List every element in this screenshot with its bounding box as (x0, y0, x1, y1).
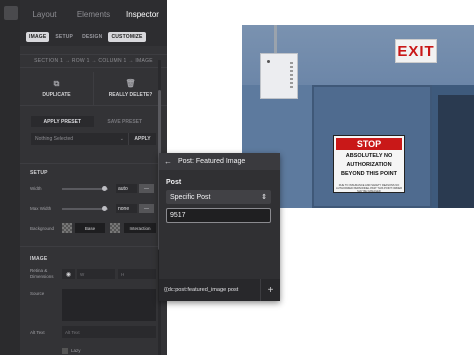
tab-inspector[interactable]: Inspector (118, 0, 167, 28)
image-width-input[interactable]: W (77, 269, 115, 279)
delete-button[interactable]: 🗑 REALLY DELETE? (93, 72, 167, 105)
tab-elements[interactable]: Elements (69, 0, 118, 28)
dynamic-tag-text[interactable]: {{dc:post:featured_image post (159, 287, 260, 293)
max-width-input[interactable]: none (116, 204, 137, 213)
width-input[interactable]: auto (116, 184, 137, 193)
doorway-opening (438, 95, 474, 208)
base-color-swatch[interactable] (62, 223, 72, 233)
image-height-input[interactable]: H (118, 269, 156, 279)
post-select-value: Specific Post (170, 193, 211, 201)
subtab-setup[interactable]: SETUP (52, 32, 76, 42)
lazy-checkbox[interactable] (62, 348, 68, 354)
popover-title: Post: Featured Image (178, 158, 246, 165)
stop-sign-fine-print: DUE TO INSURANCE AND SAFETY REASONS NO A… (335, 184, 402, 194)
width-unit-button[interactable]: — (139, 184, 154, 193)
background-label: Background (30, 226, 55, 231)
divider (20, 163, 167, 164)
subtab-design[interactable]: DESIGN (79, 32, 105, 42)
image-section-title: IMAGE (30, 256, 48, 262)
subtab-customize[interactable]: CUSTOMIZE (108, 32, 146, 42)
page: Layout Elements Inspector IMAGE SETUP DE… (0, 0, 474, 355)
back-arrow-icon[interactable]: ← (164, 157, 172, 166)
save-preset-tab[interactable]: SAVE PRESET (94, 116, 157, 127)
divider (20, 246, 167, 247)
preset-select[interactable]: Nothing Selected ⌄ (31, 133, 128, 145)
stop-sign-line: BEYOND THIS POINT (341, 171, 397, 177)
preset-selector: Nothing Selected ⌄ APPLY (31, 133, 156, 145)
stop-sign: STOP ABSOLUTELY NO AUTHORIZATION BEYOND … (333, 135, 405, 193)
eye-icon: ◉ (65, 271, 72, 278)
left-toolbar (0, 0, 20, 355)
alt-text-input[interactable]: Alt Text (62, 326, 156, 338)
plus-icon[interactable]: + (260, 279, 280, 301)
tab-layout[interactable]: Layout (20, 0, 69, 28)
dynamic-content-popover: ← Post: Featured Image Post Specific Pos… (159, 153, 280, 301)
exit-sign: EXIT (395, 39, 437, 63)
post-id-input[interactable]: 9517 (166, 208, 271, 223)
stop-sign-line: AUTHORIZATION (346, 162, 392, 168)
max-width-slider-handle[interactable] (102, 206, 107, 211)
preset-select-value: Nothing Selected (35, 136, 74, 142)
duplicate-button[interactable]: ⧉ DUPLICATE (20, 72, 93, 105)
retina-toggle[interactable]: ◉ (62, 269, 75, 279)
interaction-color-swatch[interactable] (110, 223, 120, 233)
chevron-down-icon: ⌄ (119, 136, 124, 142)
image-source-field[interactable] (62, 289, 156, 321)
inspector-subtabs: IMAGE SETUP DESIGN CUSTOMIZE (20, 28, 167, 46)
subtab-image[interactable]: IMAGE (26, 32, 50, 42)
device-vent (290, 62, 293, 88)
base-color-button[interactable]: Base (75, 223, 105, 233)
wall-device (260, 53, 298, 99)
apply-button[interactable]: APPLY (128, 133, 156, 145)
preset-tabs: APPLY PRESET SAVE PRESET (31, 116, 156, 127)
interaction-color-button[interactable]: Interaction (124, 223, 156, 233)
inspector-panel: Layout Elements Inspector IMAGE SETUP DE… (20, 0, 167, 355)
toolbar-button[interactable] (4, 6, 18, 20)
element-actions: ⧉ DUPLICATE 🗑 REALLY DELETE? (20, 72, 167, 106)
max-width-unit-button[interactable]: — (139, 204, 154, 213)
stop-sign-line: ABSOLUTELY NO (345, 153, 393, 159)
device-screw (267, 60, 270, 63)
lazy-label: Lazy (71, 348, 81, 353)
max-width-label: Max Width (30, 206, 52, 211)
width-slider-handle[interactable] (102, 186, 107, 191)
delete-label: REALLY DELETE? (108, 91, 153, 98)
popover-header: ← Post: Featured Image (159, 153, 280, 170)
post-field-label: Post (166, 179, 182, 186)
popover-footer: {{dc:post:featured_image post + (159, 279, 280, 301)
width-label: Width (30, 186, 42, 191)
panel-tabs: Layout Elements Inspector (20, 0, 167, 28)
stop-sign-title: STOP (336, 138, 402, 150)
post-select[interactable]: Specific Post ⇕ (166, 190, 271, 204)
duplicate-icon: ⧉ (53, 78, 60, 88)
trash-icon: 🗑 (125, 78, 136, 88)
alt-text-label: Alt Text (30, 330, 45, 335)
conduit-pipe (274, 25, 277, 53)
source-label: Source (30, 291, 45, 296)
duplicate-label: DUPLICATE (42, 91, 71, 98)
apply-preset-tab[interactable]: APPLY PRESET (31, 116, 94, 127)
setup-section-title: SETUP (30, 170, 48, 176)
retina-label: Retina & Dimensions (30, 268, 54, 279)
select-arrows-icon: ⇕ (261, 194, 267, 201)
breadcrumb[interactable]: SECTION 1 → ROW 1 → COLUMN 1 → IMAGE (20, 54, 167, 68)
